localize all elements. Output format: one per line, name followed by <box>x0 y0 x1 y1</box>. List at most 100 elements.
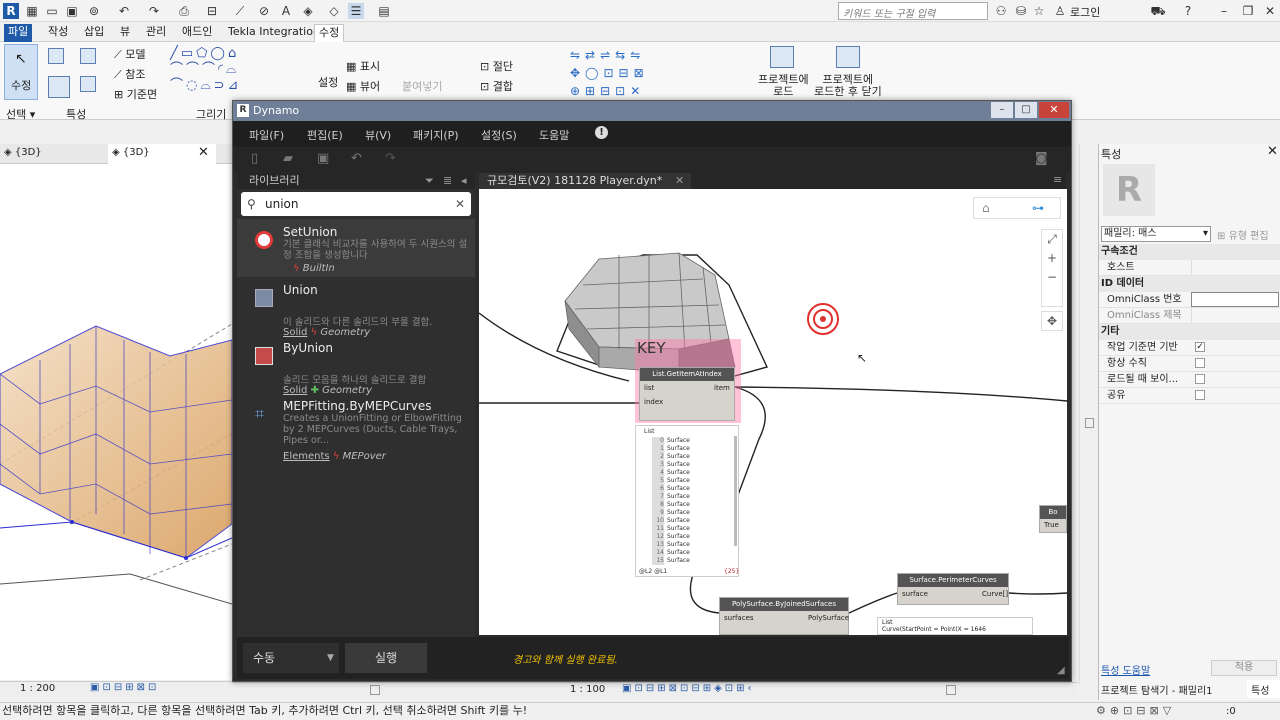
close-view-icon[interactable]: ✕ <box>198 145 209 160</box>
library-result-setunion[interactable]: SetUnion 기본 클래식 비교자를 사용하여 두 시퀀스의 설정 조합을 … <box>237 219 475 277</box>
edit-type-button[interactable]: ⊞ 유형 편집 <box>1217 227 1269 242</box>
port-index[interactable]: index <box>644 398 663 406</box>
boolean-value[interactable]: True <box>1044 521 1059 529</box>
restore-icon[interactable]: ❐ <box>1240 3 1256 19</box>
library-result-union[interactable]: Union 이 솔리드와 다른 솔리드의 부울 결합. Solid ϟ Geom… <box>237 277 475 338</box>
minimize-icon[interactable]: – <box>1216 3 1232 19</box>
sync-icon[interactable]: ⊚ <box>86 3 102 19</box>
port-list[interactable]: list <box>644 384 654 392</box>
user-icon[interactable]: ♙ <box>1052 3 1068 19</box>
section-id-data[interactable]: ID 데이터 <box>1099 276 1280 292</box>
family-type-select[interactable]: 패밀리: 매스 ▾ <box>1101 226 1211 242</box>
list-scrollbar[interactable] <box>734 436 737 546</box>
family-view-scale[interactable]: 1 : 100 <box>570 684 605 695</box>
revit-logo-icon[interactable]: R <box>3 3 19 19</box>
menu-view[interactable]: 뷰(V) <box>365 127 391 143</box>
load-into-project-icon[interactable] <box>770 46 794 68</box>
properties-icon[interactable] <box>48 48 64 64</box>
menu-packages[interactable]: 패키지(P) <box>413 127 459 143</box>
print-icon[interactable]: ⎙ <box>176 3 192 19</box>
menu-help[interactable]: 도움말 <box>539 127 569 143</box>
select-dropdown[interactable]: 선택 ▾ <box>6 106 35 122</box>
display-button[interactable]: ▦ 표시 <box>346 58 380 74</box>
dynamo-minimize-icon[interactable]: – <box>991 102 1013 118</box>
redo-icon[interactable]: ↷ <box>146 3 162 19</box>
close-properties-icon[interactable]: ✕ <box>1267 144 1278 159</box>
apply-button[interactable]: 적용 <box>1211 660 1277 676</box>
star-icon[interactable]: ☆ <box>1031 3 1047 19</box>
tab-manage[interactable]: 관리 <box>142 24 170 42</box>
section-other[interactable]: 기타 <box>1099 324 1280 340</box>
close-tab-icon[interactable]: ✕ <box>675 173 684 189</box>
subscription-icon[interactable]: ⛁ <box>1013 3 1029 19</box>
tab-file[interactable]: 파일 <box>4 24 33 42</box>
checkbox[interactable] <box>1195 358 1205 368</box>
camera-icon[interactable]: ◙ <box>1035 151 1048 166</box>
checkbox[interactable] <box>1195 374 1205 384</box>
prop-row-omniclass-number[interactable]: OmniClass 번호 <box>1099 292 1280 308</box>
library-search-input[interactable]: ⚲ union ✕ <box>241 192 471 216</box>
checkbox[interactable] <box>1195 390 1205 400</box>
port-curves[interactable]: Curve[] <box>982 590 1008 598</box>
library-result-mepfitting[interactable]: ⌗ MEPFitting.ByMEPCurves Creates a Union… <box>237 393 475 463</box>
dynamo-close-icon[interactable]: ✕ <box>1039 102 1069 118</box>
load-and-close-button[interactable]: 프로젝트에 로드한 후 닫기 <box>814 74 882 98</box>
open-icon[interactable]: ▭ <box>44 3 60 19</box>
help-icon[interactable]: ? <box>1180 3 1196 19</box>
properties-help-link[interactable]: 특성 도움말 <box>1101 662 1150 677</box>
zoom-out-icon[interactable]: − <box>1042 268 1062 287</box>
zoom-in-icon[interactable]: + <box>1042 249 1062 268</box>
project-browser-tab[interactable]: 프로젝트 탐색기 - 패밀리1 <box>1101 682 1213 697</box>
menu-file[interactable]: 파일(F) <box>249 127 284 143</box>
thin-lines-icon[interactable]: ☰ <box>348 3 364 19</box>
workspace-tab[interactable]: 규모검토(V2) 181128 Player.dyn* ✕ <box>479 173 691 189</box>
family-type-icon[interactable] <box>80 76 96 92</box>
port-polysurface[interactable]: PolySurface <box>808 614 849 622</box>
run-button[interactable]: 실행 <box>345 643 427 673</box>
port-surfaces[interactable]: surfaces <box>724 614 754 622</box>
switch-windows-icon[interactable]: ▤ <box>376 3 392 19</box>
properties-tab[interactable]: 특성 <box>1247 680 1280 698</box>
3d-view-canvas[interactable] <box>0 164 232 680</box>
clear-search-icon[interactable]: ✕ <box>455 192 465 216</box>
tab-view[interactable]: 뷰 <box>116 24 134 42</box>
settings-button[interactable]: 설정 <box>318 74 338 90</box>
port-item[interactable]: item <box>714 384 730 392</box>
save-icon[interactable]: ▣ <box>64 3 80 19</box>
undo-icon[interactable]: ↶ <box>116 3 132 19</box>
pan-icon[interactable]: ✥ <box>1041 311 1063 331</box>
baseline-button[interactable]: ⊞ 기준면 <box>114 86 157 102</box>
modify-button[interactable]: ↖ 수정 <box>4 44 38 100</box>
dynamo-maximize-icon[interactable]: □ <box>1015 102 1037 118</box>
tab-addins[interactable]: 애드인 <box>178 24 216 42</box>
scroll-thumb[interactable] <box>1085 418 1094 428</box>
library-result-byunion[interactable]: ByUnion 솔리드 모음을 하나의 솔리드로 결합 Solid ✚ Geom… <box>237 335 475 396</box>
resize-grip-icon[interactable]: ◢ <box>1057 665 1065 676</box>
family-view-control-icons[interactable]: ▣⊡⊟⊞⊠⊡⊟⊞◈⊡⊞‹ <box>622 683 755 694</box>
measure-icon[interactable]: ⊟ <box>204 3 220 19</box>
scroll-handle[interactable] <box>370 685 380 695</box>
type-properties-icon[interactable] <box>48 76 70 98</box>
binoculars-icon[interactable]: ⚇ <box>993 3 1009 19</box>
node-polysurface-byjoinedsurfaces[interactable]: PolySurface.ByJoinedSurfaces surfaces Po… <box>719 597 849 635</box>
section-constraints[interactable]: 구속조건 <box>1099 244 1280 260</box>
node-preview-list[interactable]: List 0 Surface 1 Surface 2 Surface 3 Surface 4 Su… <box>635 425 739 577</box>
viewer-button[interactable]: ▦ 뷰어 <box>346 78 380 94</box>
cart-icon[interactable]: ⛟ <box>1150 3 1166 19</box>
graph-canvas[interactable]: KEY List.GetItemAtIndex list index item … <box>479 189 1067 635</box>
node-surface-perimetercurves[interactable]: Surface.PerimeterCurves surface Curve[] <box>897 573 1009 605</box>
scroll-handle[interactable] <box>946 685 956 695</box>
node-preview-curves[interactable]: List Curve(StartPoint = Point(X = 1646 <box>877 617 1033 635</box>
draw-tools-icon[interactable]: ╱▭⬠◯⌂ ⌒⌒⌒◜⌓ ⌒◌⌓⊃⊿ <box>170 46 266 96</box>
model-button[interactable]: ⟋ 모델 <box>114 46 145 62</box>
tab-menu-icon[interactable]: ≡ <box>1053 173 1062 186</box>
save-file-icon[interactable]: ▣ <box>317 151 329 166</box>
close-icon[interactable]: ✕ <box>1262 3 1278 19</box>
notification-icon[interactable]: ! <box>595 126 608 139</box>
load-and-close-icon[interactable] <box>836 46 860 68</box>
status-filter-icons[interactable]: ⚙⊕⊡⊟⊠▽ <box>1096 703 1175 719</box>
tab-modify[interactable]: 수정 <box>314 24 345 42</box>
filter-icon[interactable]: ⏷ <box>425 173 434 189</box>
collapse-library-icon[interactable]: ◂ <box>461 173 467 189</box>
modify-tools-icon[interactable]: ⇋⇄⇌⇆⇋ ✥◯⊡⊟⊠ ⊕⊞⊟⊡✕ <box>570 46 700 98</box>
